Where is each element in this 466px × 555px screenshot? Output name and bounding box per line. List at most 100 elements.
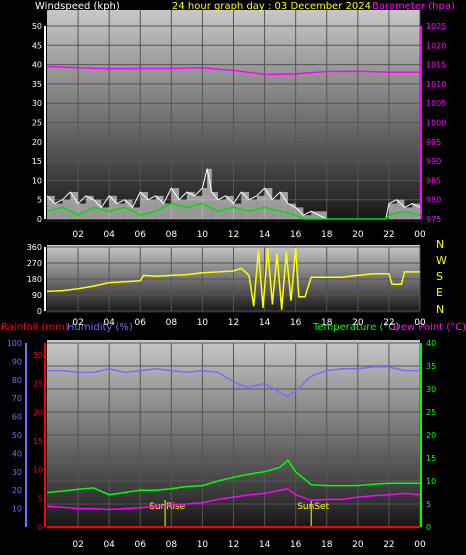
barometer-y-tick-label: 990 bbox=[426, 157, 441, 166]
compass-n-top: N bbox=[436, 238, 444, 251]
x-tick-label: 06 bbox=[135, 318, 147, 328]
x-tick-label: 02 bbox=[72, 318, 83, 328]
x-tick-label: 16 bbox=[290, 318, 302, 328]
direction-y-tick-label: 270 bbox=[27, 259, 42, 268]
compass-s: S bbox=[436, 270, 443, 283]
wind-axis-label: Windspeed (kph) bbox=[35, 1, 120, 12]
rain-y-tick-label: 20 bbox=[33, 408, 43, 417]
x-tick-label: 14 bbox=[259, 318, 271, 328]
x-tick-label: 20 bbox=[352, 230, 364, 240]
x-tick-label: 22 bbox=[383, 230, 394, 240]
wind-gust-bar bbox=[280, 191, 288, 219]
humidity-y-tick-label: 20 bbox=[12, 486, 22, 495]
temperature-y-tick-label: 5 bbox=[426, 500, 431, 509]
x-tick-label: 08 bbox=[166, 540, 178, 550]
wind-gust-bar bbox=[207, 168, 212, 219]
x-tick-label: 04 bbox=[103, 318, 115, 328]
direction-y-tick-label: 180 bbox=[27, 275, 42, 284]
rain-y-tick-label: 10 bbox=[33, 466, 43, 475]
x-tick-label: 10 bbox=[197, 318, 209, 328]
x-tick-label: 22 bbox=[383, 318, 394, 328]
x-tick-label: 00 bbox=[414, 318, 426, 328]
x-tick-label: 02 bbox=[72, 230, 83, 240]
x-tick-label: 02 bbox=[72, 540, 83, 550]
wind-y-tick-label: 5 bbox=[37, 196, 42, 205]
x-tick-label: 00 bbox=[414, 540, 426, 550]
x-tick-label: 08 bbox=[166, 230, 178, 240]
temperature-y-tick-label: 10 bbox=[426, 477, 436, 486]
wind-y-tick-label: 35 bbox=[32, 80, 42, 89]
x-tick-label: 10 bbox=[197, 540, 209, 550]
wind-gust-bar bbox=[396, 199, 405, 219]
barometer-y-tick-label: 1025 bbox=[426, 22, 446, 31]
temperature-y-tick-label: 15 bbox=[426, 454, 436, 463]
x-tick-label: 06 bbox=[135, 230, 147, 240]
rain-axis-label: Rainfall (mm) bbox=[1, 322, 69, 333]
x-tick-label: 20 bbox=[352, 540, 364, 550]
wind-y-tick-label: 25 bbox=[32, 119, 42, 128]
wind-y-tick-label: 15 bbox=[32, 157, 42, 166]
compass-n-bottom: N bbox=[436, 303, 444, 316]
weather-24h-chart: Windspeed (kph) 24 hour graph day : 03 D… bbox=[1, 1, 466, 550]
x-tick-label: 08 bbox=[166, 318, 178, 328]
humidity-y-tick-label: 70 bbox=[12, 394, 22, 403]
rain-y-tick-label: 30 bbox=[33, 351, 43, 360]
temperature-y-tick-label: 40 bbox=[426, 339, 436, 348]
wind-gust-bar bbox=[264, 188, 273, 219]
barometer-y-tick-label: 975 bbox=[426, 215, 441, 224]
temperature-y-tick-label: 35 bbox=[426, 362, 436, 371]
humidity-y-tick-label: 90 bbox=[12, 357, 22, 366]
wind-gust-bar bbox=[54, 203, 63, 219]
humidity-y-tick-label: 60 bbox=[12, 413, 22, 422]
barometer-y-tick-label: 1010 bbox=[426, 80, 446, 89]
rain-y-tick-label: 0 bbox=[38, 523, 43, 532]
temperature-y-tick-label: 20 bbox=[426, 431, 436, 440]
x-tick-label: 12 bbox=[228, 540, 239, 550]
barometer-y-tick-label: 1015 bbox=[426, 61, 446, 70]
wind-y-tick-label: 20 bbox=[32, 138, 42, 147]
wind-gust-bar bbox=[233, 203, 242, 219]
barometer-y-tick-label: 1000 bbox=[426, 119, 446, 128]
barometer-y-tick-label: 1020 bbox=[426, 41, 446, 50]
x-tick-label: 12 bbox=[228, 230, 239, 240]
x-tick-label: 04 bbox=[103, 540, 115, 550]
wind-gust-bar bbox=[116, 203, 125, 219]
barometer-y-tick-label: 1005 bbox=[426, 99, 446, 108]
rain-y-tick-label: 5 bbox=[38, 494, 43, 503]
humidity-y-tick-label: 40 bbox=[12, 449, 22, 458]
wind-y-tick-label: 45 bbox=[32, 41, 42, 50]
wind-gust-bar bbox=[388, 203, 397, 219]
temperature-y-tick-label: 0 bbox=[426, 523, 431, 532]
x-tick-label: 14 bbox=[259, 230, 271, 240]
compass-e: E bbox=[436, 286, 443, 299]
barometer-axis-label: Barometer (hpa) bbox=[372, 1, 455, 12]
x-tick-label: 06 bbox=[135, 540, 147, 550]
direction-y-tick-label: 360 bbox=[27, 243, 42, 252]
wind-gust-bar bbox=[194, 195, 203, 219]
x-tick-label: 12 bbox=[228, 318, 239, 328]
wind-y-tick-label: 10 bbox=[32, 176, 42, 185]
barometer-y-tick-label: 985 bbox=[426, 176, 441, 185]
wind-y-tick-label: 30 bbox=[32, 99, 42, 108]
x-tick-label: 22 bbox=[383, 540, 394, 550]
x-tick-label: 10 bbox=[197, 230, 209, 240]
x-tick-label: 18 bbox=[321, 540, 333, 550]
compass-w: W bbox=[436, 254, 447, 267]
wind-gust-bar bbox=[148, 199, 156, 219]
x-tick-label: 16 bbox=[290, 540, 302, 550]
rain-y-tick-label: 15 bbox=[33, 437, 43, 446]
x-tick-label: 20 bbox=[352, 318, 364, 328]
x-tick-label: 04 bbox=[103, 230, 115, 240]
rain-y-tick-label: 25 bbox=[33, 380, 43, 389]
humidity-y-tick-label: 30 bbox=[12, 468, 22, 477]
direction-y-tick-label: 90 bbox=[32, 291, 42, 300]
temperature-y-tick-label: 25 bbox=[426, 408, 436, 417]
wind-gust-bar bbox=[179, 199, 187, 219]
direction-y-tick-label: 0 bbox=[37, 307, 42, 316]
x-tick-label: 18 bbox=[321, 318, 333, 328]
x-tick-label: 16 bbox=[290, 230, 302, 240]
barometer-y-tick-label: 980 bbox=[426, 196, 441, 205]
wind-y-tick-label: 40 bbox=[32, 61, 42, 70]
barometer-y-tick-label: 995 bbox=[426, 138, 441, 147]
dewpoint-axis-label: Dew Point (°C) bbox=[393, 322, 466, 333]
